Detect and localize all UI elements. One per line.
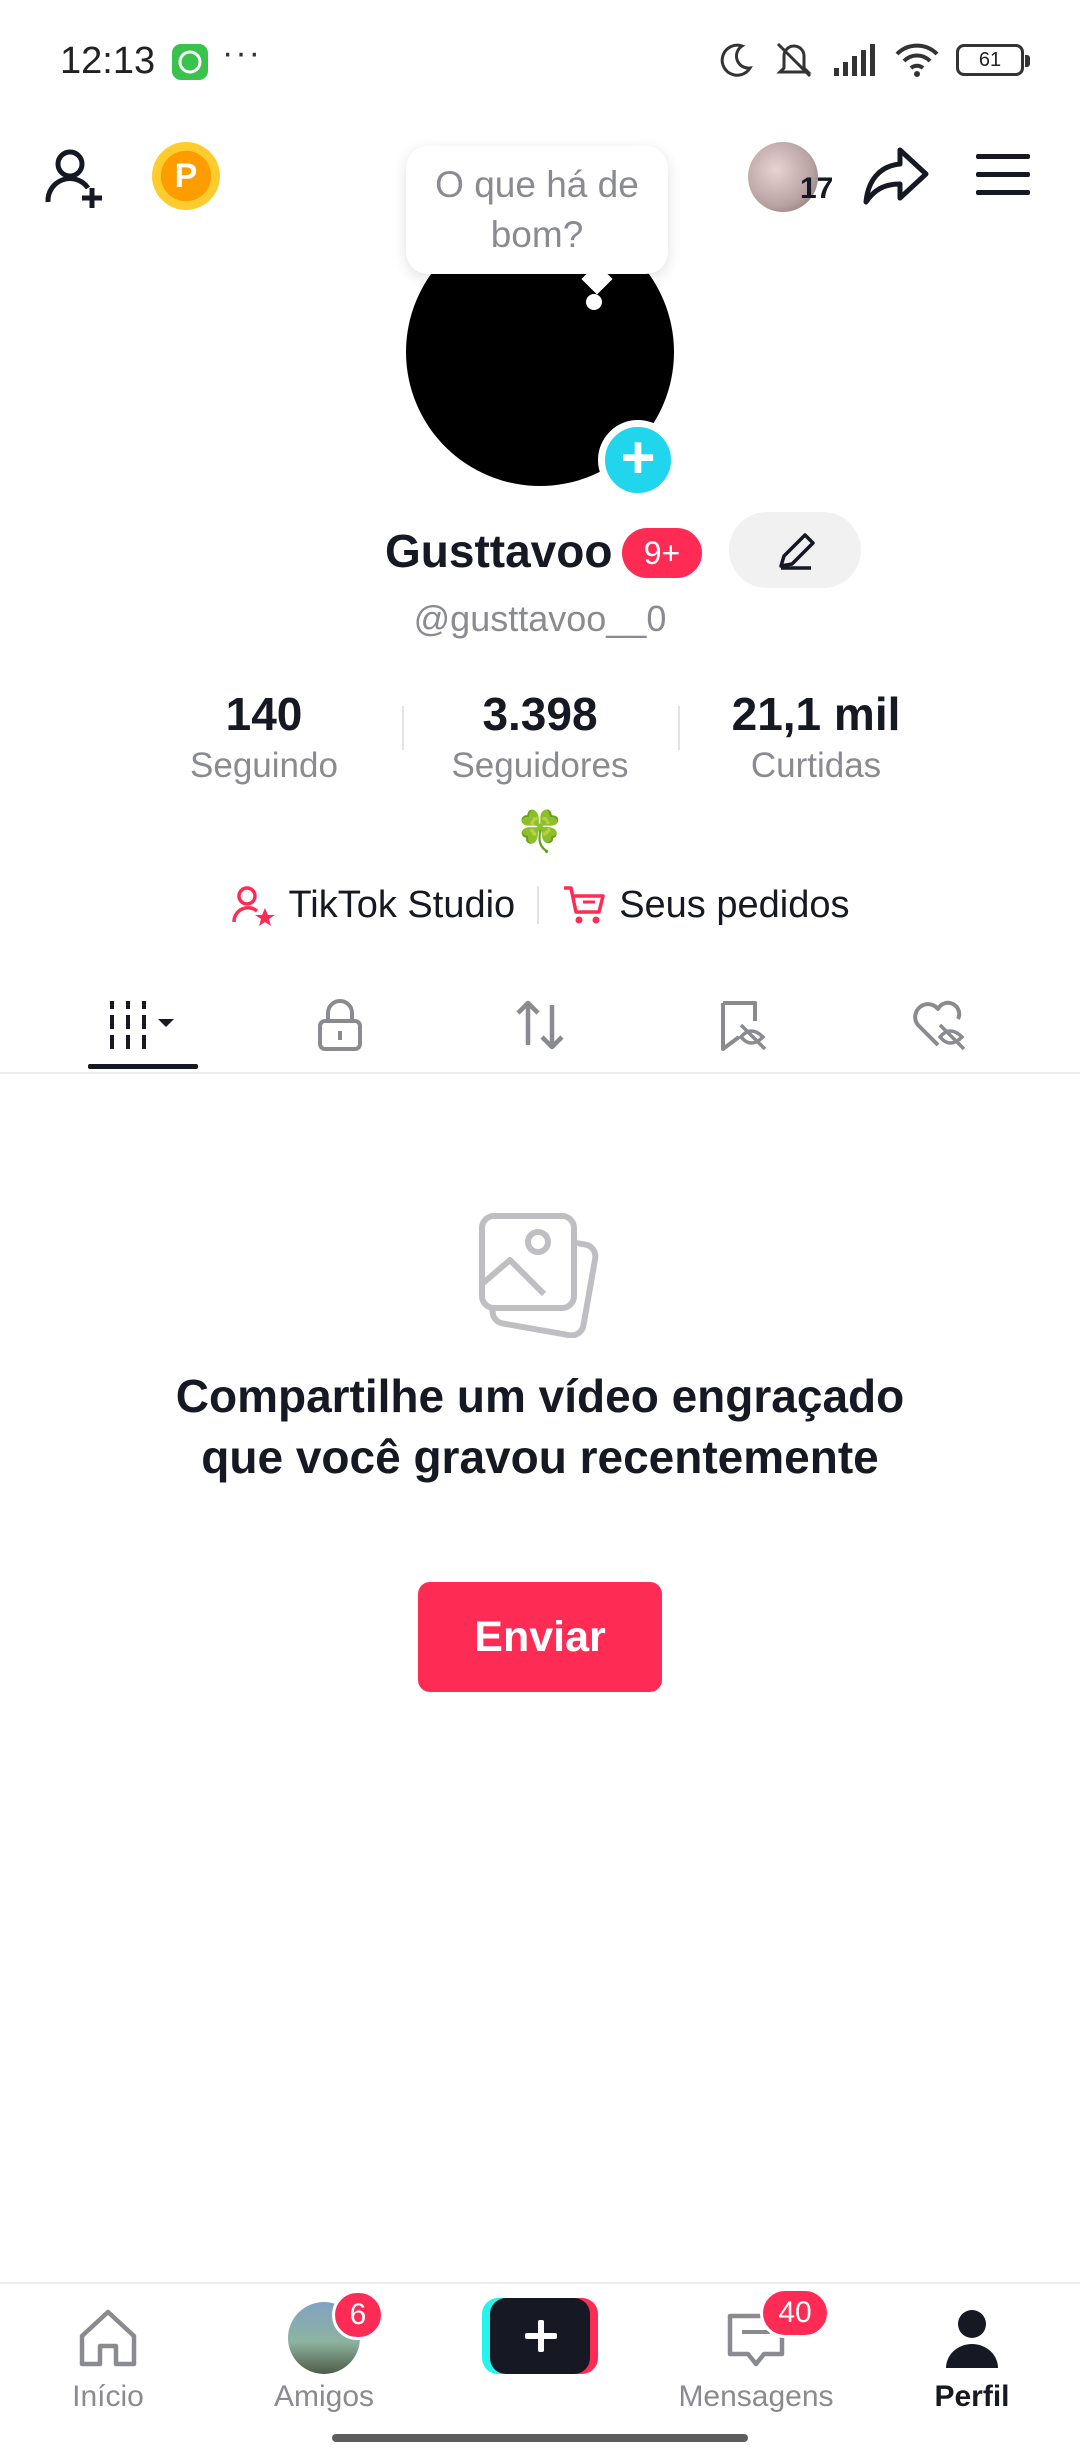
orders-link[interactable]: Seus pedidos <box>561 882 849 928</box>
profile-icon <box>946 2310 998 2368</box>
nav-label: Mensagens <box>678 2380 834 2413</box>
link-label: TikTok Studio <box>288 883 516 926</box>
cart-icon <box>564 886 605 924</box>
hamburger-menu-icon <box>976 154 1030 195</box>
notification-badge[interactable]: 9+ <box>622 528 702 578</box>
stat-label: Seguindo <box>190 746 338 785</box>
status-bubble-dot <box>586 294 602 310</box>
wifi-icon <box>895 43 939 77</box>
link-divider <box>537 886 540 924</box>
coin-button[interactable]: P <box>152 142 220 210</box>
heart-hidden-icon <box>913 1000 966 1051</box>
stat-followers[interactable]: 3.398 Seguidores <box>400 686 680 790</box>
tab-favorites[interactable] <box>686 975 796 1075</box>
person-star-icon <box>231 886 275 926</box>
mute-icon <box>776 42 812 78</box>
empty-state-message: Compartilhe um vídeo engraçado que você … <box>175 1370 905 1483</box>
nav-label: Amigos <box>273 2380 375 2413</box>
edit-profile-button[interactable] <box>729 512 861 588</box>
stat-likes[interactable]: 21,1 mil Curtidas <box>676 686 956 790</box>
do-not-disturb-icon <box>720 43 753 77</box>
inbox-badge: 40 <box>760 2288 830 2338</box>
active-tab-indicator <box>88 1064 198 1069</box>
create-button[interactable] <box>482 2298 598 2374</box>
nav-friends[interactable]: 6 Amigos <box>234 2290 414 2414</box>
share-arrow-icon <box>863 147 929 205</box>
whatsapp-notification-icon <box>172 44 208 80</box>
status-icons: 61 <box>716 40 1030 80</box>
home-icon <box>79 2309 137 2367</box>
tab-liked[interactable] <box>885 975 995 1075</box>
tab-private[interactable] <box>285 975 395 1075</box>
plus-icon <box>482 2298 598 2374</box>
signal-icon <box>834 44 875 76</box>
status-bubble[interactable]: O que há de bom? <box>406 146 668 274</box>
profile-bio: 🍀 <box>515 810 565 854</box>
profile-tabs <box>0 975 1080 1075</box>
stat-value: 21,1 mil <box>731 688 901 740</box>
repost-icon <box>516 1000 564 1050</box>
nav-label: Perfil <box>934 2380 1010 2413</box>
nav-home[interactable]: Início <box>18 2302 198 2414</box>
photos-icon <box>474 1208 604 1339</box>
add-friend-button[interactable] <box>42 142 114 214</box>
stat-label: Curtidas <box>750 746 882 785</box>
tabs-divider <box>0 1072 1080 1074</box>
stat-value: 3.398 <box>482 688 598 740</box>
nav-profile[interactable]: Perfil <box>882 2302 1062 2414</box>
add-story-button[interactable]: + <box>598 420 678 500</box>
battery-icon: 61 <box>956 44 1030 76</box>
nav-label: Início <box>72 2380 144 2413</box>
status-time: 12:13 <box>60 40 156 82</box>
stat-label: Seguidores <box>451 746 629 785</box>
upload-button[interactable]: Enviar <box>418 1582 662 1692</box>
link-label: Seus pedidos <box>619 883 850 926</box>
grid-dropdown-icon <box>110 1001 174 1049</box>
display-name: Gusttavoo <box>385 525 613 577</box>
more-notifications-icon: ··· <box>222 34 262 72</box>
tiktok-studio-link[interactable]: TikTok Studio <box>231 882 516 928</box>
profile-visitors-count: 17 <box>800 172 834 205</box>
profile-links: TikTok Studio Seus pedidos <box>0 882 1080 928</box>
username: @gusttavoo__0 <box>413 598 667 639</box>
menu-button[interactable] <box>974 150 1032 200</box>
stat-following[interactable]: 140 Seguindo <box>124 686 404 790</box>
share-profile-button[interactable] <box>860 140 932 212</box>
home-indicator <box>332 2434 748 2442</box>
bookmark-hidden-icon <box>721 1001 767 1051</box>
lock-icon <box>318 999 362 1051</box>
pencil-icon <box>779 533 815 570</box>
friends-badge: 6 <box>332 2290 384 2340</box>
nav-inbox[interactable]: 40 Mensagens <box>666 2288 846 2414</box>
stat-value: 140 <box>225 688 303 740</box>
tab-reposts[interactable] <box>485 975 595 1075</box>
person-plus-icon <box>45 149 102 208</box>
tab-videos[interactable] <box>88 975 198 1075</box>
